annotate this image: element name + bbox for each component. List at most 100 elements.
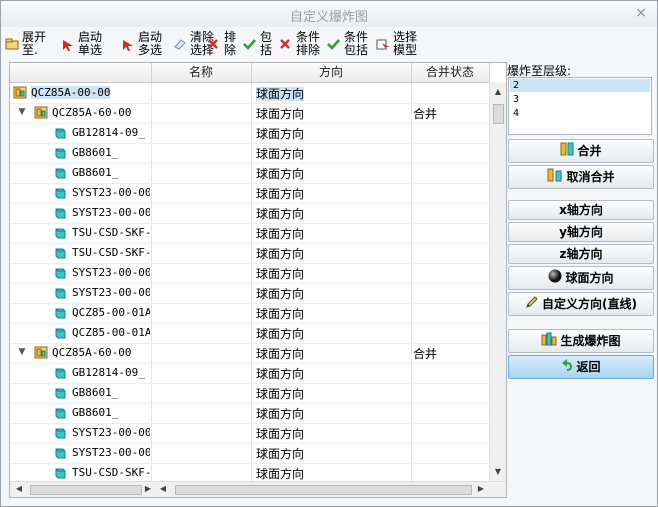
scroll-right-icon-2[interactable]: ▶ <box>473 481 489 497</box>
direction-cell[interactable]: 球面方向 <box>256 385 304 402</box>
explode-level-item[interactable]: 4 <box>510 107 650 120</box>
direction-cell[interactable]: 球面方向 <box>256 145 304 162</box>
tree-row-name: QCZ85A-60-00 <box>52 106 132 119</box>
scroll-up-icon[interactable]: ▲ <box>490 84 506 100</box>
direction-value: 球面方向 <box>256 247 305 261</box>
generate-explode-button[interactable]: 生成爆炸图 <box>508 329 654 353</box>
tree-row[interactable]: GB12814-09_ 球面方向 <box>10 363 490 384</box>
direction-value: 球面方向 <box>256 147 305 161</box>
direction-cell[interactable]: 球面方向 <box>256 185 304 202</box>
part-icon <box>54 446 68 459</box>
merge-button[interactable]: 合并 <box>508 139 654 163</box>
direction-cell[interactable]: 球面方向 <box>256 465 304 482</box>
direction-cell[interactable]: 球面方向 <box>256 265 304 282</box>
vertical-scrollbar[interactable]: ▲ ▼ <box>489 82 506 482</box>
tree-row[interactable]: SYST23-00-00- 球面方向 <box>10 443 490 464</box>
tree-row[interactable]: QCZ85-00-01A 球面方向 <box>10 303 490 324</box>
tree-row[interactable]: GB12814-09_ 球面方向 <box>10 123 490 144</box>
direction-cell[interactable]: 球面方向 <box>256 345 304 362</box>
toolbar-label: 展开 至. <box>22 30 47 57</box>
direction-cell[interactable]: 球面方向 <box>256 285 304 302</box>
tree-row[interactable]: SYST23-00-00- 球面方向 <box>10 283 490 304</box>
header-merge-state[interactable]: 合并状态 <box>411 63 490 82</box>
tree-row-name: TSU-CSD-SKF-1! <box>72 466 150 479</box>
part-icon <box>54 386 68 399</box>
expand-icon <box>5 38 21 52</box>
scroll-right-icon[interactable]: ▶ <box>140 481 156 497</box>
scroll-left-icon-2[interactable]: ◀ <box>155 481 171 497</box>
header-direction[interactable]: 方向 <box>251 63 412 82</box>
part-icon <box>54 206 68 219</box>
merge-icon <box>560 141 574 163</box>
direction-cell[interactable]: 球面方向 <box>256 445 304 462</box>
custom-direction-button[interactable]: 自定义方向(直线) <box>508 292 654 316</box>
direction-cell[interactable]: 球面方向 <box>256 325 304 342</box>
part-icon <box>54 286 68 299</box>
tree-row[interactable]: ▼ QCZ85A-60-00 球面方向 合并 <box>10 343 490 364</box>
spherical-direction-button[interactable]: 球面方向 <box>508 266 654 290</box>
direction-cell[interactable]: 球面方向 <box>256 245 304 262</box>
direction-cell[interactable]: 球面方向 <box>256 85 305 102</box>
horizontal-scroll-thumb[interactable] <box>175 485 472 495</box>
vertical-scroll-thumb[interactable] <box>493 104 504 124</box>
tree-row[interactable]: ▼ QCZ85A-60-00 球面方向 合并 <box>10 103 490 124</box>
tree-row[interactable]: GB8601_ 球面方向 <box>10 403 490 424</box>
unmerge-button[interactable]: 取消合并 <box>508 165 654 189</box>
direction-cell[interactable]: 球面方向 <box>256 165 304 182</box>
tree-row-name: SYST23-00-00- <box>72 446 150 459</box>
horizontal-scrollbar[interactable]: ◀ ▶ ◀ ▶ <box>10 481 506 497</box>
direction-cell[interactable]: 球面方向 <box>256 225 304 242</box>
tree-row[interactable]: SYST23-00-00- 球面方向 <box>10 263 490 284</box>
tree-row-name: GB8601_ <box>72 166 119 179</box>
y-axis-button[interactable]: y轴方向 <box>508 222 654 242</box>
direction-value: 球面方向 <box>256 227 305 241</box>
tree-row[interactable]: TSU-CSD-SKF-1! 球面方向 <box>10 243 490 264</box>
direction-value: 球面方向 <box>256 427 305 441</box>
tree-row[interactable]: SYST23-00-00- 球面方向 <box>10 183 490 204</box>
tree-row-name: TSU-CSD-SKF-1! <box>72 226 150 239</box>
part-icon <box>54 126 68 139</box>
tree-row[interactable]: TSU-CSD-SKF-1! 球面方向 <box>10 223 490 244</box>
direction-cell[interactable]: 球面方向 <box>256 365 304 382</box>
direction-value: 球面方向 <box>256 167 305 181</box>
toolbar-label: 包 括 <box>260 30 273 57</box>
explode-level-list[interactable]: 234 <box>508 77 652 135</box>
explode-level-item[interactable]: 3 <box>510 93 650 106</box>
direction-cell[interactable]: 球面方向 <box>256 125 304 142</box>
direction-cell[interactable]: 球面方向 <box>256 305 304 322</box>
tree-row[interactable]: SYST23-00-00- 球面方向 <box>10 203 490 224</box>
scroll-down-icon[interactable]: ▼ <box>490 464 506 480</box>
explode-level-item[interactable]: 2 <box>510 79 650 92</box>
header-name[interactable]: 名称 <box>151 63 252 82</box>
part-icon <box>54 186 68 199</box>
direction-cell[interactable]: 球面方向 <box>256 205 304 222</box>
collapse-toggle-icon[interactable]: ▼ <box>16 346 28 358</box>
direction-cell[interactable]: 球面方向 <box>256 105 304 122</box>
tree-row[interactable]: SYST23-00-00- 球面方向 <box>10 423 490 444</box>
direction-cell[interactable]: 球面方向 <box>256 405 304 422</box>
sphere-icon <box>548 268 562 290</box>
tree-row[interactable]: GB8601_ 球面方向 <box>10 163 490 184</box>
part-icon <box>54 406 68 419</box>
tree-row[interactable]: QCZ85-00-01A 球面方向 <box>10 323 490 344</box>
tree-rows: QCZ85A-00-00 球面方向 ▼ QCZ85A-60-00 球面方向 合并 GB128… <box>10 83 490 483</box>
tree-row[interactable]: GB8601_ 球面方向 <box>10 143 490 164</box>
tree-row[interactable]: TSU-CSD-SKF-1! 球面方向 <box>10 463 490 483</box>
select-model-icon <box>376 38 392 52</box>
z-axis-button[interactable]: z轴方向 <box>508 244 654 264</box>
tree-row[interactable]: QCZ85A-00-00 球面方向 <box>10 83 490 104</box>
scroll-left-icon[interactable]: ◀ <box>11 481 27 497</box>
x-axis-button[interactable]: x轴方向 <box>508 200 654 220</box>
close-icon[interactable]: × <box>633 4 649 22</box>
name-column-scroll-thumb[interactable] <box>30 485 142 495</box>
direction-cell[interactable]: 球面方向 <box>256 425 304 442</box>
tree-row[interactable]: GB8601_ 球面方向 <box>10 383 490 404</box>
direction-value: 球面方向 <box>256 287 305 301</box>
direction-value: 球面方向 <box>256 467 305 481</box>
back-button[interactable]: 返回 <box>508 355 654 379</box>
green-check-icon <box>327 38 343 52</box>
collapse-toggle-icon[interactable]: ▼ <box>16 106 28 118</box>
direction-value: 球面方向 <box>256 347 305 361</box>
direction-value: 球面方向 <box>256 407 305 421</box>
assembly-icon <box>34 346 48 359</box>
